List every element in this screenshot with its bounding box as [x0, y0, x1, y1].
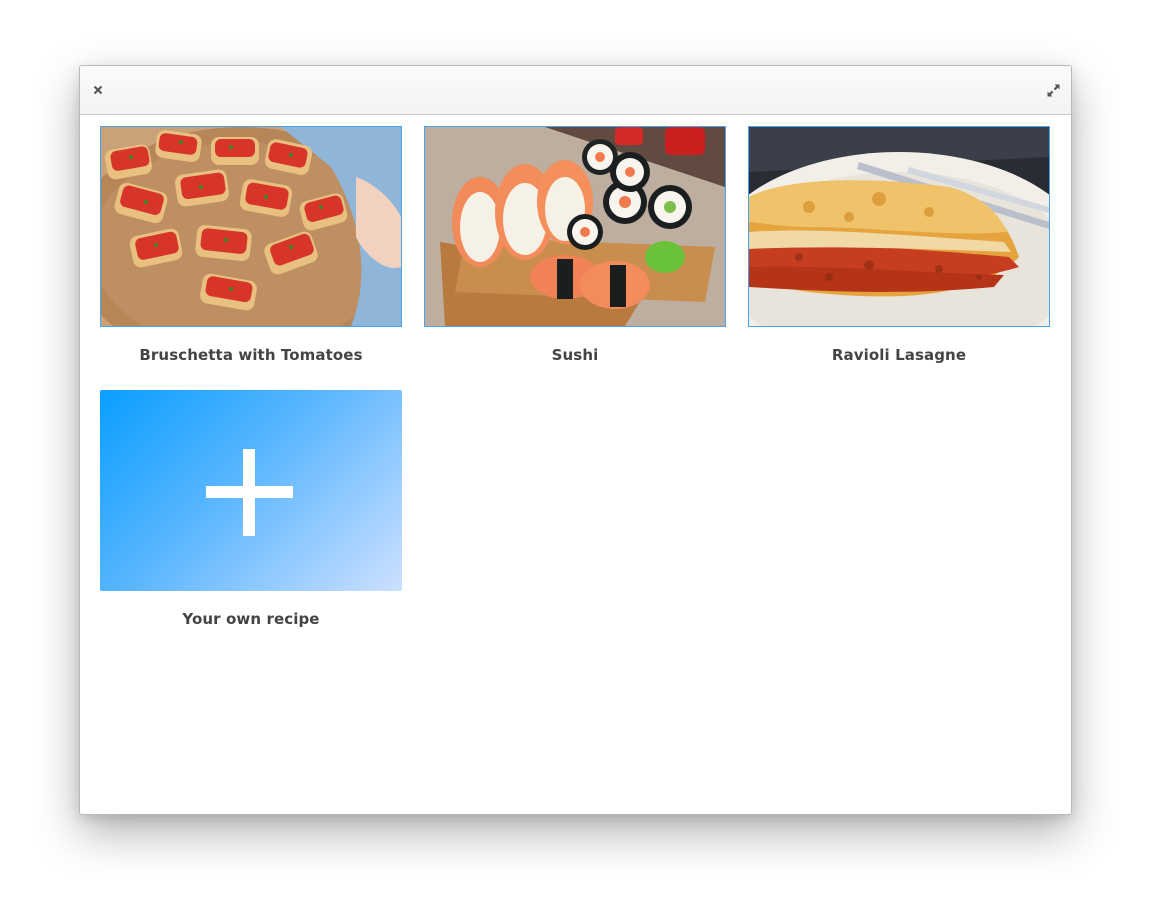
add-own-recipe-card[interactable]: Your own recipe: [100, 390, 402, 628]
recipe-card-ravioli-lasagne[interactable]: Ravioli Lasagne: [748, 126, 1050, 364]
recipe-label: Bruschetta with Tomatoes: [139, 346, 363, 364]
recipe-card-sushi[interactable]: Sushi: [424, 126, 726, 364]
add-recipe-label: Your own recipe: [182, 610, 320, 628]
sushi-photo: [424, 126, 726, 327]
close-icon: [93, 85, 103, 95]
add-recipe-tile[interactable]: [100, 390, 402, 591]
recipe-grid: Bruschetta with Tomatoes Sushi Ravioli L…: [80, 115, 1071, 814]
recipe-label: Sushi: [551, 346, 599, 364]
recipe-dialog-window: Bruschetta with Tomatoes Sushi Ravioli L…: [79, 65, 1072, 815]
window-titlebar: [80, 66, 1071, 115]
expand-button[interactable]: [1045, 82, 1061, 98]
recipe-label: Ravioli Lasagne: [831, 346, 967, 364]
recipe-card-bruschetta[interactable]: Bruschetta with Tomatoes: [100, 126, 402, 364]
lasagne-photo: [748, 126, 1050, 327]
expand-icon: [1047, 84, 1059, 96]
bruschetta-photo: [100, 126, 402, 327]
close-button[interactable]: [90, 82, 106, 98]
